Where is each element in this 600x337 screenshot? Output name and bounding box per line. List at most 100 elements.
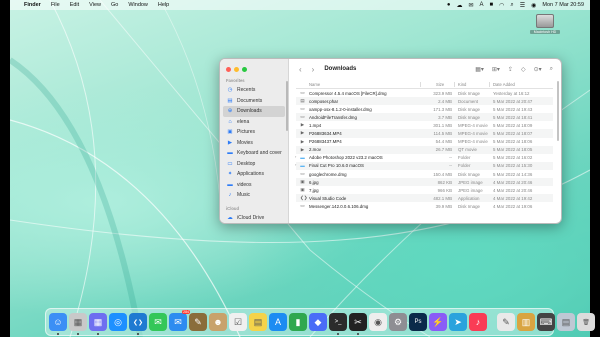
chrome-icon[interactable]: ◉ [369, 313, 387, 331]
file-list-scrollbar[interactable] [557, 81, 559, 141]
sidebar-item-icloud-drive[interactable]: ☁ iCloud Drive [223, 213, 285, 224]
close-button[interactable] [226, 66, 231, 72]
forward-button[interactable]: › [312, 65, 315, 74]
sidebar-item-desktop[interactable]: ▭ Desktop [223, 159, 285, 170]
terminal-icon[interactable]: >_ [329, 313, 347, 335]
safari-icon[interactable]: ◎ [109, 313, 127, 331]
trash-icon[interactable]: 🗑 [577, 313, 595, 331]
status-record-icon[interactable]: ● [447, 2, 451, 8]
folder-icon: ▬ [300, 154, 305, 160]
column-name[interactable]: Name [309, 82, 320, 87]
file-row[interactable]: ▶ P26883437.MP4 54.4 MB MPEG-4 movie 5 Mar 2… [296, 138, 553, 146]
menu-view[interactable]: View [89, 2, 101, 8]
messages-icon[interactable]: ✉ [149, 313, 167, 331]
sidebar-item-elena[interactable]: ⌂ elena [223, 117, 285, 128]
file-row[interactable]: › ▬ Adobe Photoshop 2022 v23.2 macOS -- Fold… [295, 154, 553, 162]
menu-file[interactable]: File [51, 2, 60, 8]
column-kind[interactable]: Kind [458, 82, 466, 87]
sidebar-item-recents[interactable]: ◷ Recents [223, 85, 285, 96]
file-kind: Application [458, 195, 480, 201]
file-size: 54.4 MB [435, 139, 452, 145]
file-row[interactable]: ▶ P26883634.MP4 114.5 MB MPEG-4 movie 5 Mar … [296, 129, 553, 138]
zoom-button[interactable] [242, 66, 247, 72]
stickies-icon[interactable]: ▤ [249, 313, 267, 331]
wifi-icon[interactable]: ◠ [499, 2, 504, 9]
share-icon[interactable]: ⇪ [508, 66, 513, 73]
minimize-button[interactable] [234, 66, 239, 72]
control-center-icon[interactable]: ☰ [520, 2, 525, 9]
sidebar-item-movies[interactable]: ▶ Movies [223, 138, 285, 149]
file-row[interactable]: ▭ Messenger.142.0.0.6.106.dmg 39.9 MB Disk … [296, 202, 553, 210]
menu-clock[interactable]: Mon 7 Mar 20:59 [542, 2, 584, 8]
file-row[interactable]: ▣ 6.jpg 862 KB JPEG image 4 Mar 2022 at 20:4… [296, 178, 553, 187]
dock-glyph: ▤ [253, 316, 263, 327]
file-row[interactable]: ❮❯ Visual Studio Code 482.1 MB Application 4… [296, 194, 553, 203]
dock-glyph: ➤ [454, 316, 462, 327]
menu-help[interactable]: Help [158, 2, 169, 8]
gear-icon[interactable]: ⚙ [389, 313, 407, 331]
grid-icon[interactable]: ▦ [89, 313, 107, 335]
launchpad-icon[interactable]: ▦ [69, 313, 87, 335]
appstore-icon[interactable]: A [269, 313, 287, 331]
sidebar-item-keyboard-and-cover[interactable]: ▬ Keyboard and cover [223, 148, 285, 159]
sidebar-item-downloads[interactable]: ⊕ Downloads [223, 106, 285, 117]
file-size: 150.4 MB [433, 171, 452, 177]
movies-icon: ▶ [227, 139, 233, 146]
search-icon[interactable]: ⌕ [550, 66, 553, 73]
finder-icon[interactable]: ☺ [49, 313, 67, 335]
contacts-icon[interactable]: ☻ [209, 313, 227, 331]
file-row[interactable]: ▭ googlechrome.dmg 150.4 MB Disk Image 5 Mar… [296, 170, 553, 178]
telegram-icon[interactable]: ➤ [449, 313, 467, 331]
status-cloud-icon[interactable]: ☁ [456, 2, 462, 9]
file-size: 966 KB [437, 187, 452, 193]
file-row[interactable]: ▶ 2.mov 26.7 MB QT movie 5 Mar 2022 at 18:05 [296, 145, 553, 154]
file-row[interactable]: ▤ composer.phar 2.4 MB Document 5 Mar 2022 a… [296, 97, 553, 106]
photoshop-icon[interactable]: Ps [409, 313, 427, 331]
music-icon[interactable]: ♪ [469, 313, 487, 331]
siri-icon[interactable]: ◉ [531, 2, 536, 9]
file-row[interactable]: ▭ xampp-osx-8.1.2-0-installer.dmg 171.3 MB… [296, 105, 553, 113]
disclosure-chevron-icon[interactable]: › [295, 162, 296, 167]
notes-icon[interactable]: ✎ [189, 313, 207, 331]
file-row[interactable]: ▣ 7.jpg 966 KB JPEG image 4 Mar 2022 at 20:4… [296, 186, 553, 194]
archive-icon[interactable]: ▥ [517, 313, 535, 331]
action-icon[interactable]: ⊙▾ [534, 66, 542, 73]
finalcut-icon[interactable]: ✂ [349, 313, 367, 335]
menu-window[interactable]: Window [128, 2, 148, 8]
sidebar-item-videos[interactable]: ▬ videos [223, 180, 285, 191]
keynote-icon[interactable]: ◆ [309, 313, 327, 331]
view-options-icon[interactable]: ▦▾ [475, 66, 484, 73]
messenger-icon[interactable]: ⚡ [429, 313, 447, 331]
textedit-icon[interactable]: ✎ [497, 313, 515, 331]
column-date-added[interactable]: Date Added [493, 82, 515, 87]
file-kind: Folder [458, 155, 471, 161]
menu-app-name[interactable]: Finder [24, 2, 41, 8]
menu-edit[interactable]: Edit [70, 2, 79, 8]
status-a-icon[interactable]: A [480, 2, 484, 8]
column-size[interactable]: Size [436, 82, 444, 87]
file-row[interactable]: ▶ 1.mp4 301.1 MB MPEG-4 movie 5 Mar 2022 at … [296, 121, 553, 129]
downloads-stack-icon[interactable]: ▤ [557, 313, 575, 331]
desktop-disk[interactable]: Macintosh HD [530, 14, 560, 34]
mail-icon[interactable]: ✉ 284 [169, 310, 190, 331]
back-button[interactable]: ‹ [299, 65, 302, 74]
sidebar-item-pictures[interactable]: ▣ Pictures [223, 127, 285, 138]
sidebar-item-applications[interactable]: ✦ Applications [223, 169, 285, 180]
tag-icon[interactable]: ◇ [521, 66, 526, 73]
numbers-icon[interactable]: ▮ [289, 313, 307, 331]
search-icon[interactable]: ⌕ [510, 2, 513, 9]
menu-go[interactable]: Go [111, 2, 118, 8]
reminders-icon[interactable]: ☑ [229, 313, 247, 331]
sidebar-scrollbar[interactable] [286, 81, 288, 131]
sidebar-item-documents[interactable]: ▤ Documents [223, 96, 285, 107]
status-b-icon[interactable]: ■ [490, 2, 494, 8]
vscode-icon[interactable]: ❮❯ [129, 313, 147, 335]
keyboard-icon[interactable]: ⌨ [537, 313, 555, 331]
sidebar-item-music[interactable]: ♪ Music [223, 190, 285, 201]
disclosure-chevron-icon[interactable]: › [295, 154, 296, 159]
group-icon[interactable]: ⊞▾ [492, 66, 500, 73]
status-chat-icon[interactable]: ✉ [468, 2, 473, 9]
file-row[interactable]: ▭ Compressor 4.5.4 macOS [FileCR].dmg 323.… [296, 89, 553, 97]
file-row[interactable]: › ▬ Final Cut Pro 10.6.0 macOS -- Folder 5 Ma… [295, 161, 553, 170]
file-row[interactable]: ▭ AndroidFileTransfer.dmg 3.7 MB Disk Image… [296, 113, 553, 122]
